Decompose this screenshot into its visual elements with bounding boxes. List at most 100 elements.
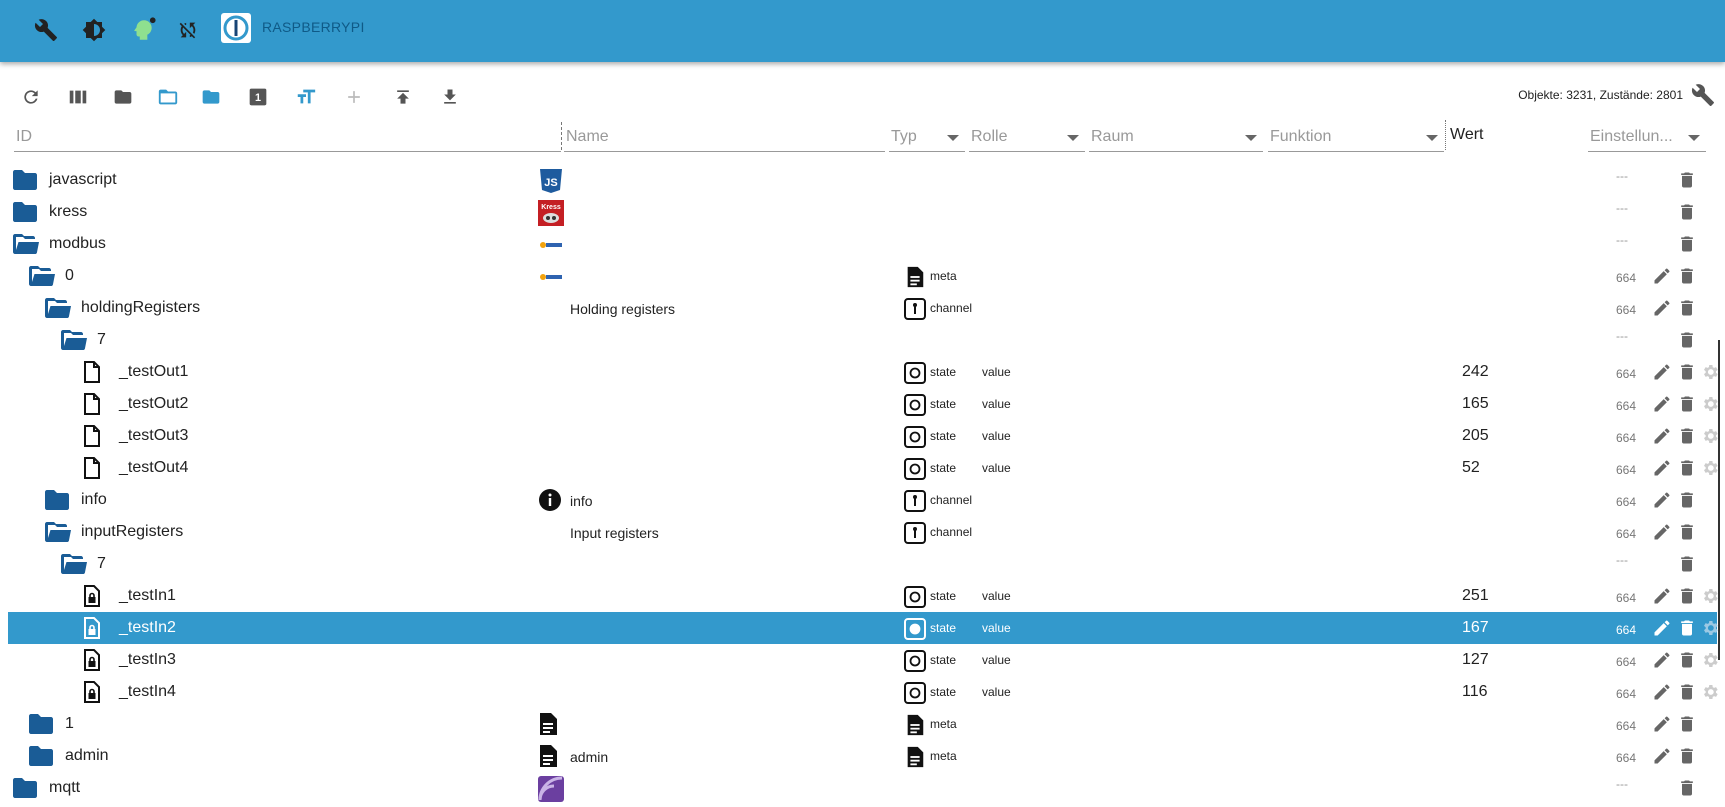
type-filter-select[interactable]: Typ <box>889 118 965 154</box>
acl-rights[interactable]: 664 <box>1616 463 1636 477</box>
table-row[interactable]: kress Kress --- <box>8 196 1717 228</box>
file-icon[interactable] <box>83 393 107 415</box>
id-filter-input[interactable]: ID <box>14 118 561 154</box>
edit-icon[interactable] <box>1652 586 1672 606</box>
file-icon[interactable] <box>83 425 107 447</box>
gear-icon[interactable] <box>1700 586 1720 606</box>
download-icon[interactable] <box>437 84 463 110</box>
delete-icon[interactable] <box>1677 778 1697 798</box>
folder-closed-icon[interactable] <box>13 201 37 223</box>
folder-closed-icon[interactable] <box>45 489 69 511</box>
edit-icon[interactable] <box>1652 298 1672 318</box>
acl-rights[interactable]: --- <box>1616 553 1628 567</box>
file-icon[interactable] <box>83 361 107 383</box>
acl-rights[interactable]: 664 <box>1616 687 1636 701</box>
delete-icon[interactable] <box>1677 170 1697 190</box>
object-name[interactable]: admin <box>570 749 608 765</box>
gear-icon[interactable] <box>1700 426 1720 446</box>
object-value[interactable]: 251 <box>1462 587 1489 605</box>
folder-open-icon[interactable] <box>45 521 71 543</box>
folder-open-icon[interactable] <box>45 297 71 319</box>
delete-icon[interactable] <box>1677 682 1697 702</box>
upload-icon[interactable] <box>390 84 416 110</box>
folder-open-icon[interactable] <box>61 329 87 351</box>
object-role[interactable]: value <box>982 685 1011 699</box>
object-name[interactable]: info <box>570 493 593 509</box>
folder-closed-icon[interactable] <box>13 777 37 799</box>
edit-icon[interactable] <box>1652 746 1672 766</box>
delete-icon[interactable] <box>1677 522 1697 542</box>
delete-icon[interactable] <box>1677 202 1697 222</box>
acl-rights[interactable]: 664 <box>1616 527 1636 541</box>
table-row[interactable]: 7 --- <box>8 324 1717 356</box>
delete-icon[interactable] <box>1677 490 1697 510</box>
gear-icon[interactable] <box>1700 458 1720 478</box>
edit-icon[interactable] <box>1652 490 1672 510</box>
role-filter-select[interactable]: Rolle <box>969 118 1085 154</box>
refresh-icon[interactable] <box>18 84 44 110</box>
table-row[interactable]: _testOut4 state value 52 664 <box>8 452 1720 484</box>
edit-icon[interactable] <box>1652 522 1672 542</box>
name-filter-input[interactable]: Name <box>564 118 885 154</box>
table-row[interactable]: _testIn3 state value 127 664 <box>8 644 1720 676</box>
delete-icon[interactable] <box>1677 330 1697 350</box>
acl-rights[interactable]: 664 <box>1616 719 1636 733</box>
folder-closed-icon[interactable] <box>29 713 53 735</box>
file-lock-icon[interactable] <box>83 681 107 703</box>
table-row[interactable]: _testOut1 state value 242 664 <box>8 356 1718 388</box>
edit-icon[interactable] <box>1652 266 1672 286</box>
expert-head-icon[interactable] <box>128 15 158 45</box>
settings-wrench-icon[interactable] <box>1691 83 1717 109</box>
table-row[interactable]: mqtt --- <box>8 772 1717 804</box>
edit-icon[interactable] <box>1652 618 1672 638</box>
table-row[interactable]: holdingRegisters Holding registers channel… <box>8 292 1717 324</box>
columns-icon[interactable] <box>65 84 91 110</box>
gear-icon[interactable] <box>1700 650 1720 670</box>
count-1-icon[interactable]: 1 <box>245 84 271 110</box>
add-icon[interactable] <box>341 84 367 110</box>
object-role[interactable]: value <box>982 589 1011 603</box>
file-lock-icon[interactable] <box>83 585 107 607</box>
table-row[interactable]: javascript JS --- <box>8 164 1717 196</box>
delete-icon[interactable] <box>1677 234 1697 254</box>
object-value[interactable]: 116 <box>1462 683 1488 701</box>
folder-icon[interactable] <box>198 84 224 110</box>
table-row[interactable]: 0 meta 664 <box>8 260 1717 292</box>
delete-icon[interactable] <box>1677 618 1697 638</box>
object-role[interactable]: value <box>982 429 1011 443</box>
edit-icon[interactable] <box>1652 714 1672 734</box>
folder-closed-icon[interactable] <box>29 745 53 767</box>
file-icon[interactable] <box>83 457 107 479</box>
folder-open-icon[interactable] <box>29 265 55 287</box>
delete-icon[interactable] <box>1677 458 1697 478</box>
table-row[interactable]: _testIn1 state value 251 664 <box>8 580 1720 612</box>
acl-rights[interactable]: --- <box>1616 329 1628 343</box>
edit-icon[interactable] <box>1652 650 1672 670</box>
table-row[interactable]: _testIn2 state value 167 664 <box>8 612 1718 644</box>
settings-filter-select[interactable]: Einstellun... <box>1588 118 1706 154</box>
brightness-icon[interactable] <box>79 15 109 45</box>
column-resizer[interactable] <box>1445 120 1446 150</box>
object-role[interactable]: value <box>982 653 1011 667</box>
acl-rights[interactable]: 664 <box>1616 303 1636 317</box>
object-role[interactable]: value <box>982 365 1011 379</box>
table-row[interactable]: _testIn4 state value 116 664 <box>8 676 1718 708</box>
acl-rights[interactable]: --- <box>1616 169 1628 183</box>
file-lock-icon[interactable] <box>83 649 107 671</box>
object-role[interactable]: value <box>982 397 1011 411</box>
edit-icon[interactable] <box>1652 458 1672 478</box>
gear-icon[interactable] <box>1700 394 1720 414</box>
folder-open-icon[interactable] <box>13 233 39 255</box>
object-value[interactable]: 127 <box>1462 651 1489 669</box>
table-row[interactable]: admin admin meta 664 <box>8 740 1717 772</box>
room-filter-select[interactable]: Raum <box>1089 118 1263 154</box>
acl-rights[interactable]: --- <box>1616 201 1628 215</box>
acl-rights[interactable]: 664 <box>1616 751 1636 765</box>
delete-icon[interactable] <box>1677 394 1697 414</box>
object-value[interactable]: 242 <box>1462 363 1489 381</box>
edit-icon[interactable] <box>1652 362 1672 382</box>
object-role[interactable]: value <box>982 621 1011 635</box>
object-value[interactable]: 52 <box>1462 459 1480 477</box>
table-row[interactable]: modbus --- <box>8 228 1717 260</box>
function-filter-select[interactable]: Funktion <box>1268 118 1444 154</box>
